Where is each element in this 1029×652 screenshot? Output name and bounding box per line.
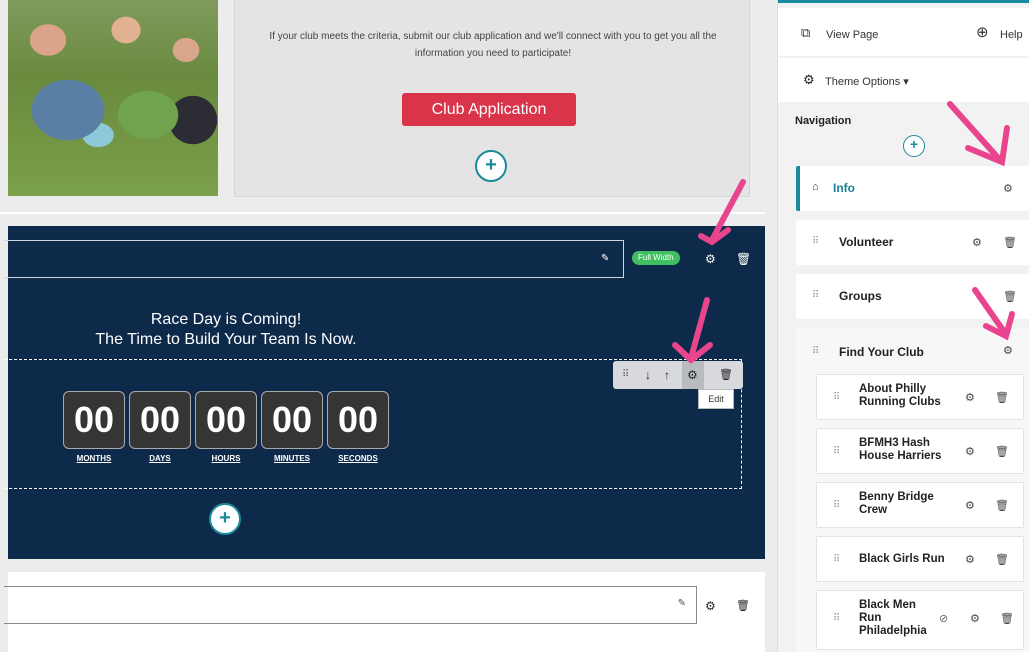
club-application-button[interactable]: Club Application bbox=[402, 93, 576, 126]
gear-icon[interactable]: ⚙ bbox=[705, 599, 716, 613]
nav-item-label: Info bbox=[833, 181, 855, 195]
navigation-heading: Navigation bbox=[795, 115, 852, 127]
gear-icon[interactable]: ⚙ bbox=[705, 253, 716, 265]
drag-grip-icon[interactable]: ⠿ bbox=[812, 236, 819, 247]
trash-icon[interactable]: 🗑 bbox=[995, 445, 1009, 458]
help-link[interactable]: Help bbox=[1000, 29, 1023, 41]
gear-icon[interactable]: ⚙ bbox=[965, 499, 975, 512]
view-page-link[interactable]: View Page bbox=[826, 29, 878, 41]
theme-options-dropdown[interactable]: Theme Options ▾ bbox=[825, 75, 909, 88]
countdown-minutes: 00 bbox=[261, 391, 323, 449]
drag-grip-icon[interactable]: ⠿ bbox=[622, 367, 629, 383]
sub-nav-item-label: Benny Bridge Crew bbox=[859, 491, 934, 516]
trash-icon[interactable]: 🗑 bbox=[995, 499, 1009, 512]
add-block-button[interactable]: + bbox=[209, 503, 241, 535]
gear-icon[interactable]: ⚙ bbox=[965, 391, 975, 404]
countdown-days: 00 bbox=[129, 391, 191, 449]
external-link-icon[interactable]: ⧉ bbox=[801, 25, 810, 41]
countdown-section: ✎ Full Width ⚙ 🗑 Race Day is Coming! The… bbox=[4, 226, 765, 559]
countdown-label-minutes: MINUTES bbox=[274, 454, 310, 463]
sub-nav-item[interactable]: ⠿ Benny Bridge Crew ⚙ 🗑 bbox=[816, 482, 1024, 528]
nav-item-label: Find Your Club bbox=[839, 345, 924, 359]
gear-icon[interactable]: ⚙ bbox=[970, 612, 980, 625]
edit-tooltip: Edit bbox=[698, 389, 734, 409]
page-editor: If your club meets the criteria, submit … bbox=[0, 0, 776, 652]
panel-top-accent bbox=[778, 0, 1029, 3]
drag-grip-icon[interactable]: ⠿ bbox=[833, 392, 840, 403]
trash-icon[interactable]: 🗑 bbox=[995, 553, 1009, 566]
gear-icon[interactable]: ⚙ bbox=[972, 236, 982, 249]
headline-line-1: Race Day is Coming! bbox=[150, 311, 302, 328]
drag-grip-icon[interactable]: ⠿ bbox=[812, 290, 819, 301]
countdown-label-hours: HOURS bbox=[211, 454, 241, 463]
sub-nav-item[interactable]: ⠿ BFMH3 Hash House Harriers ⚙ 🗑 bbox=[816, 428, 1024, 474]
drag-grip-icon[interactable]: ⠿ bbox=[833, 446, 840, 457]
sub-nav-item[interactable]: ⠿ Black Men Run Philadelphia ⊘ ⚙ 🗑 bbox=[816, 590, 1024, 650]
trash-icon[interactable]: 🗑 bbox=[1000, 612, 1014, 625]
gear-icon[interactable]: ⚙ bbox=[965, 553, 975, 566]
countdown-label-months: MONTHS bbox=[76, 454, 112, 463]
help-lifebuoy-icon[interactable]: ⊕ bbox=[976, 23, 989, 41]
theme-options-row: ⚙ Theme Options ▾ bbox=[778, 58, 1029, 102]
nav-item-info[interactable]: ⌂ Info ⚙ bbox=[796, 166, 1029, 211]
nav-item-label: Groups bbox=[839, 289, 882, 303]
arrow-up-icon[interactable]: ↑ bbox=[664, 367, 670, 383]
countdown-label-seconds: SECONDS bbox=[338, 454, 378, 463]
section-title-input[interactable]: ✎ bbox=[4, 586, 697, 624]
nav-item-groups[interactable]: ⠿ Groups 🗑 bbox=[796, 274, 1029, 319]
nav-item-label: Volunteer bbox=[839, 235, 894, 249]
add-nav-item-button[interactable]: + bbox=[903, 135, 925, 157]
site-navigation-panel: ⧉ View Page ⊕ Help ⚙ Theme Options ▾ Nav… bbox=[777, 0, 1029, 652]
add-block-button[interactable]: + bbox=[475, 150, 507, 182]
headline-line-2: The Time to Build Your Team Is Now. bbox=[95, 331, 357, 348]
group-photo bbox=[8, 0, 218, 196]
drag-grip-icon[interactable]: ⠿ bbox=[812, 346, 819, 357]
sub-nav-item-label: About Philly Running Clubs bbox=[859, 383, 941, 408]
sub-nav-item[interactable]: ⠿ Black Girls Run ⚙ 🗑 bbox=[816, 536, 1024, 582]
countdown-headline: Race Day is Coming! The Time to Build Yo… bbox=[8, 310, 444, 350]
plus-icon: + bbox=[219, 507, 231, 529]
gear-icon[interactable]: ⚙ bbox=[803, 72, 815, 88]
countdown-label-days: DAYS bbox=[149, 454, 171, 463]
edit-pencil-icon[interactable]: ✎ bbox=[601, 253, 613, 265]
trash-icon[interactable]: 🗑 bbox=[1003, 236, 1017, 249]
block-toolbar: ⠿ ↓ ↑ ⚙ 🗑 bbox=[613, 361, 743, 389]
gear-icon[interactable]: ⚙ bbox=[965, 445, 975, 458]
club-application-section: If your club meets the criteria, submit … bbox=[234, 0, 750, 197]
trash-icon[interactable]: 🗑 bbox=[1003, 290, 1017, 303]
sub-nav-item-label: Black Girls Run bbox=[859, 553, 945, 565]
trash-icon[interactable]: 🗑 bbox=[995, 391, 1009, 404]
trash-icon[interactable]: 🗑 bbox=[736, 599, 750, 612]
trash-icon[interactable]: 🗑 bbox=[736, 253, 751, 265]
full-width-badge[interactable]: Full Width bbox=[632, 251, 680, 265]
drag-grip-icon[interactable]: ⠿ bbox=[833, 613, 840, 624]
gear-icon[interactable]: ⚙ bbox=[1003, 182, 1013, 195]
eye-slash-icon[interactable]: ⊘ bbox=[939, 612, 948, 625]
countdown-hours: 00 bbox=[195, 391, 257, 449]
sub-nav-item[interactable]: ⠿ About Philly Running Clubs ⚙ 🗑 bbox=[816, 374, 1024, 420]
countdown-seconds: 00 bbox=[327, 391, 389, 449]
section-divider bbox=[0, 212, 765, 214]
plus-icon: + bbox=[909, 136, 919, 152]
drag-grip-icon[interactable]: ⠿ bbox=[833, 500, 840, 511]
sub-nav-item-label: BFMH3 Hash House Harriers bbox=[859, 437, 942, 462]
sub-nav-item-label: Black Men Run Philadelphia bbox=[859, 599, 927, 637]
drag-grip-icon[interactable]: ⠿ bbox=[833, 554, 840, 565]
trash-icon[interactable]: 🗑 bbox=[719, 367, 733, 383]
countdown-months: 00 bbox=[63, 391, 125, 449]
panel-header: ⧉ View Page ⊕ Help bbox=[778, 8, 1029, 56]
club-criteria-text: If your club meets the criteria, submit … bbox=[269, 31, 717, 59]
section-title-input[interactable]: ✎ bbox=[4, 240, 624, 278]
gear-icon[interactable]: ⚙ bbox=[687, 367, 698, 383]
plus-icon: + bbox=[485, 154, 497, 176]
gear-icon[interactable]: ⚙ bbox=[1003, 344, 1013, 357]
edit-pencil-icon[interactable]: ✎ bbox=[678, 598, 686, 609]
next-section: ✎ ⚙ 🗑 bbox=[4, 572, 765, 652]
home-icon: ⌂ bbox=[812, 181, 819, 193]
arrow-down-icon[interactable]: ↓ bbox=[645, 367, 651, 383]
nav-item-volunteer[interactable]: ⠿ Volunteer ⚙ 🗑 bbox=[796, 220, 1029, 265]
